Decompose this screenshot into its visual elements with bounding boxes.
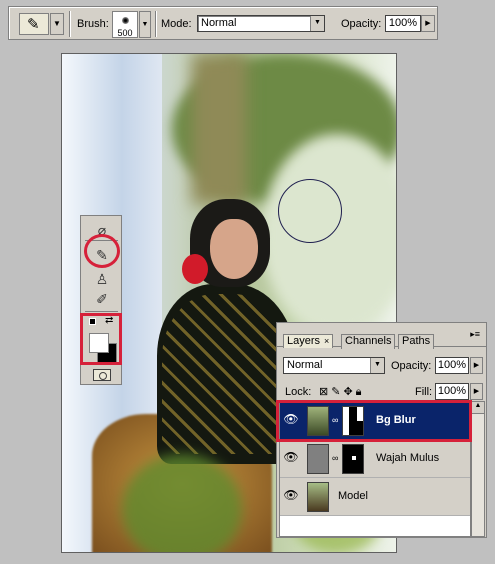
foreground-color[interactable]: [89, 333, 109, 353]
layer-thumbnail: [307, 444, 329, 474]
move-icon[interactable]: ✥: [343, 386, 355, 398]
layer-row-model[interactable]: 👁︎ Model: [280, 478, 470, 516]
blend-mode-select[interactable]: Normal ▼: [283, 357, 385, 374]
panel-tabs: Layers × Channels Paths ▸≡: [277, 323, 486, 349]
tab-label: Layers: [287, 335, 321, 347]
chevron-down-icon: ▼: [310, 16, 324, 31]
quick-mask-icon[interactable]: [93, 369, 111, 381]
fill-label: Fill:: [415, 386, 433, 398]
brush-tool-icon: ✎: [27, 16, 40, 33]
close-icon[interactable]: ×: [324, 336, 329, 346]
tree-trunk: [192, 54, 247, 204]
brush-size: 500: [117, 28, 133, 38]
tool-preset-picker[interactable]: ✎: [19, 13, 49, 35]
layer-row-wajah-mulus[interactable]: 👁︎ ∞ Wajah Mulus: [280, 440, 470, 478]
fill-slider-arrow[interactable]: ▶: [470, 383, 483, 400]
opacity-field[interactable]: 100%: [385, 15, 421, 32]
options-bar: ✎ ▼ Brush: 500 ▼ Mode: Normal ▼ Opacity:…: [8, 6, 438, 40]
opacity-slider-arrow[interactable]: ▶: [470, 357, 483, 374]
foreground-leaves: [122, 454, 242, 552]
brush-tip-icon: [122, 17, 129, 24]
mode-label: Mode:: [161, 18, 192, 30]
brush-label: Brush:: [77, 18, 109, 30]
layer-mask-thumbnail: [342, 444, 364, 474]
brush-cursor: [278, 179, 342, 243]
fill-field[interactable]: 100%: [435, 383, 469, 400]
layers-scrollbar[interactable]: ▲: [471, 401, 485, 537]
tab-label: Channels: [345, 335, 392, 347]
chevron-down-icon: ▼: [370, 358, 384, 373]
lock-label: Lock:: [285, 386, 312, 398]
tab-paths[interactable]: Paths: [398, 334, 435, 349]
lock-pixels-icon[interactable]: ✎: [331, 386, 343, 398]
opacity-label: Opacity:: [391, 360, 432, 372]
panel-menu-icon[interactable]: ▸≡: [470, 329, 480, 340]
separator: [69, 11, 71, 37]
opacity-slider-arrow[interactable]: ▶: [421, 15, 435, 32]
mode-value: Normal: [201, 17, 237, 29]
brush-picker-arrow[interactable]: ▼: [139, 11, 151, 38]
opacity-label: Opacity:: [341, 18, 382, 30]
eye-icon[interactable]: 👁︎: [283, 488, 299, 504]
mode-select[interactable]: Normal ▼: [197, 15, 325, 32]
blend-mode-value: Normal: [287, 359, 323, 371]
red-flower: [182, 254, 208, 284]
layer-name: Model: [338, 490, 368, 502]
separator: [85, 311, 118, 312]
highlight-box-layer: [276, 400, 472, 442]
model-face: [210, 219, 258, 279]
tab-layers[interactable]: Layers ×: [283, 334, 334, 348]
tab-channels[interactable]: Channels: [341, 334, 396, 349]
layer-thumbnail: [307, 482, 329, 512]
lock-icon[interactable]: 🔒︎: [356, 386, 365, 398]
lock-transparency-icon[interactable]: ⊠: [319, 386, 331, 398]
tab-label: Paths: [402, 335, 431, 347]
stamp-tool-icon[interactable]: ♙: [92, 270, 112, 288]
tool-preset-arrow[interactable]: ▼: [50, 13, 64, 35]
gold-embroidery: [162, 294, 292, 454]
mask-shape: [352, 456, 356, 460]
lock-options: ⊠✎✥🔒︎: [319, 385, 365, 399]
chain-icon: ∞: [332, 453, 339, 463]
layer-opacity-field[interactable]: 100%: [435, 357, 469, 374]
highlight-circle: [84, 234, 120, 268]
eye-icon[interactable]: 👁︎: [283, 450, 299, 466]
scroll-up-arrow[interactable]: ▲: [472, 402, 484, 414]
layer-name: Wajah Mulus: [376, 452, 440, 464]
brush-picker[interactable]: 500: [112, 11, 138, 38]
history-brush-icon[interactable]: ✐: [92, 290, 112, 308]
separator: [155, 11, 157, 37]
